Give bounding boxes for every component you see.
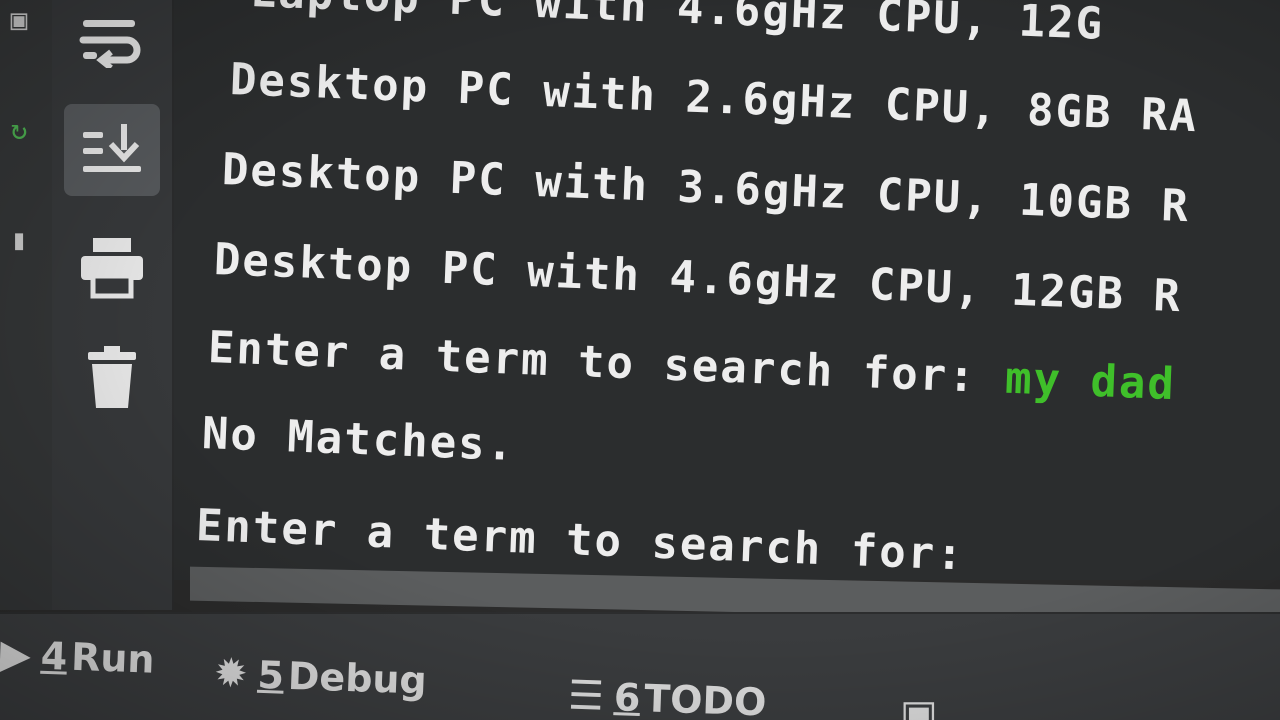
list-icon: ☰	[567, 672, 605, 720]
clear-all-button[interactable]	[64, 332, 160, 424]
tab-run[interactable]: ▶ 4 Run	[0, 631, 155, 682]
bug-icon: ✹	[213, 650, 249, 698]
search-prompt: Enter a term to search for:	[207, 322, 1007, 404]
tab-debug[interactable]: ✹ 5 Debug	[213, 650, 427, 703]
scroll-to-end-icon	[83, 124, 141, 172]
print-icon	[81, 238, 143, 299]
print-button[interactable]	[64, 222, 160, 314]
trash-icon	[88, 346, 136, 408]
run-icon: ▶	[0, 631, 32, 679]
soft-wrap-icon	[79, 20, 141, 68]
soft-wrap-button[interactable]	[64, 0, 160, 86]
tab-todo[interactable]: ☰ 6 TODO	[567, 673, 767, 720]
console-line: Desktop PC with 2.6gHz CPU, 8GB RA	[229, 54, 1199, 143]
console-toolbar	[52, 0, 174, 610]
console-line: Desktop PC with 3.6gHz CPU, 10GB R	[221, 144, 1191, 233]
tab-terminal-partial[interactable]: ▣	[900, 692, 948, 720]
ide-screen: ▣ ↻ ▮ Laptop PC with 4.6gHz CPU, 12G Des…	[0, 0, 1280, 720]
console-line: Desktop PC with 4.6gHz CPU, 12GB R	[213, 234, 1183, 323]
left-tool-strip: ▣ ↻ ▮	[0, 0, 53, 610]
console-line: Laptop PC with 4.6gHz CPU, 12G	[249, 0, 1106, 50]
terminal-icon: ▣	[900, 692, 938, 720]
scroll-to-end-button[interactable]	[64, 104, 160, 196]
console-line: No Matches.	[201, 408, 517, 472]
panel-edge-icon[interactable]: ▮	[4, 222, 34, 258]
console-prompt-line: Enter a term to search for: my dad	[207, 322, 1177, 410]
console-prompt-line: Enter a term to search for:	[195, 500, 966, 580]
tool-window-bar: ▶ 4 Run ✹ 5 Debug ☰ 6 TODO ▣	[0, 612, 1280, 720]
camera-icon[interactable]: ▣	[4, 2, 34, 38]
run-console-output[interactable]: Laptop PC with 4.6gHz CPU, 12G Desktop P…	[174, 0, 1280, 580]
rerun-icon[interactable]: ↻	[4, 112, 34, 148]
user-input-text: my dad	[1004, 352, 1177, 411]
